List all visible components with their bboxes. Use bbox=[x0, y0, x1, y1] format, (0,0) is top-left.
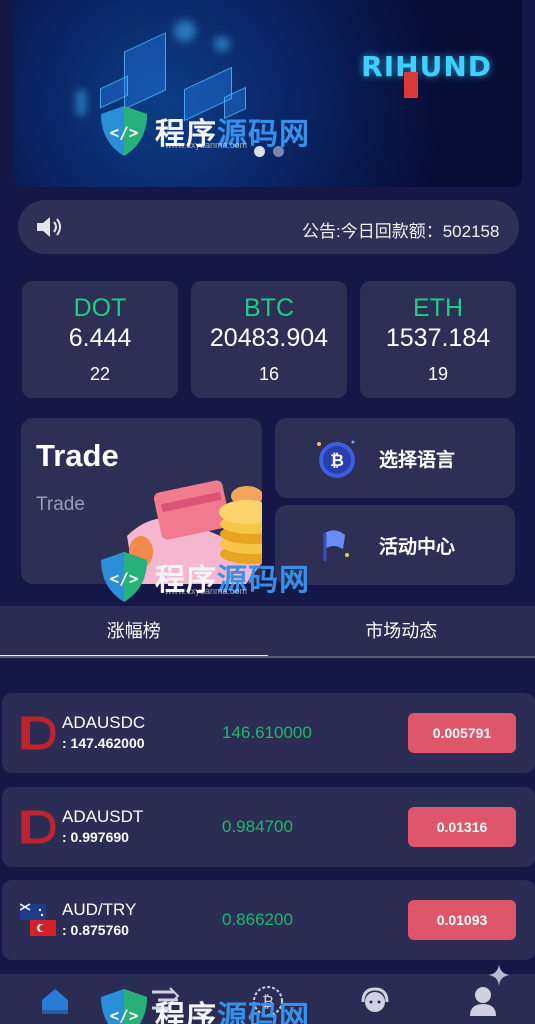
ticker-symbol: ETH bbox=[413, 294, 463, 322]
market-tabs: 涨幅榜 市场动态 bbox=[0, 606, 535, 658]
market-symbol: AUD/TRY bbox=[62, 900, 137, 919]
svg-text:₿: ₿ bbox=[330, 451, 344, 471]
market-symbol: ADAUSDT bbox=[62, 807, 144, 826]
support-headset-icon[interactable] bbox=[358, 984, 392, 1018]
home-icon[interactable] bbox=[38, 984, 72, 1018]
carousel-dot[interactable] bbox=[273, 146, 284, 157]
ticker-card-eth[interactable]: ETH 1537.184 19 bbox=[360, 281, 516, 398]
market-row[interactable]: ADAUSDC : 147.462000 146.610000 0.005791 bbox=[2, 693, 535, 773]
flag-icon bbox=[323, 530, 349, 561]
profile-icon[interactable] bbox=[468, 984, 502, 1018]
ticker-cards: DOT 6.444 22 BTC 20483.904 16 ETH 1537.1… bbox=[22, 281, 516, 398]
bottom-navigation: ₿ bbox=[0, 964, 535, 1024]
speaker-icon bbox=[37, 217, 61, 237]
tab-market-news[interactable]: 市场动态 bbox=[268, 606, 535, 656]
market-price: 146.610000 bbox=[222, 723, 312, 742]
market-volume: : 0.997690 bbox=[62, 829, 129, 845]
ticker-price: 6.444 bbox=[68, 324, 132, 352]
ticker-count: 22 bbox=[89, 364, 111, 384]
trade-card[interactable]: Trade Trade bbox=[21, 418, 262, 584]
brand-seal bbox=[404, 72, 418, 98]
cardano-d-icon bbox=[21, 716, 56, 750]
ticker-count: 16 bbox=[258, 364, 280, 384]
tab-gainers[interactable]: 涨幅榜 bbox=[0, 606, 268, 658]
market-volume: : 147.462000 bbox=[62, 735, 145, 751]
market-row[interactable]: ADAUSDT : 0.997690 0.984700 0.01316 bbox=[2, 787, 535, 867]
notice-text: 公告:今日回款额：502158 bbox=[302, 222, 500, 241]
tab-divider bbox=[0, 656, 535, 658]
activity-center-label: 活动中心 bbox=[379, 536, 456, 558]
svg-text:₿: ₿ bbox=[262, 992, 274, 1011]
person-illustration bbox=[76, 90, 86, 116]
select-language-button[interactable]: ₿ 选择语言 bbox=[275, 418, 515, 498]
notice-bar[interactable]: 公告:今日回款额：502158 bbox=[18, 200, 519, 254]
carousel-dot[interactable] bbox=[254, 146, 265, 157]
market-row[interactable]: AUD/TRY : 0.875760 0.866200 0.01093 bbox=[2, 880, 535, 960]
coins-card-illustration bbox=[127, 480, 262, 584]
ticker-symbol: DOT bbox=[73, 294, 127, 322]
change-badge[interactable]: 0.01316 bbox=[408, 807, 516, 847]
sparkle-icon bbox=[488, 964, 510, 986]
chart-icon[interactable] bbox=[148, 984, 182, 1018]
ticker-price: 1537.184 bbox=[385, 324, 491, 352]
watermark-url: www.cxyuanma.com bbox=[165, 586, 248, 596]
market-symbol: ADAUSDC bbox=[62, 713, 146, 732]
cloud-icon bbox=[174, 20, 196, 42]
carousel-dots bbox=[254, 146, 284, 157]
ticker-card-dot[interactable]: DOT 6.444 22 bbox=[22, 281, 178, 398]
activity-center-button[interactable]: 活动中心 bbox=[275, 505, 515, 585]
market-price: 0.866200 bbox=[222, 910, 293, 929]
ticker-price: 20483.904 bbox=[209, 324, 329, 352]
ticker-count: 19 bbox=[427, 364, 449, 384]
change-badge[interactable]: 0.01093 bbox=[408, 900, 516, 940]
bitcoin-coin-icon: ₿ bbox=[317, 440, 355, 478]
bitcoin-icon[interactable]: ₿ bbox=[251, 984, 285, 1018]
trade-title: Trade bbox=[36, 438, 119, 473]
select-language-label: 选择语言 bbox=[379, 449, 456, 471]
market-volume: : 0.875760 bbox=[62, 922, 129, 938]
ticker-card-btc[interactable]: BTC 20483.904 16 bbox=[191, 281, 347, 398]
server-illustration bbox=[124, 32, 166, 110]
flag-au-tr-icon bbox=[20, 903, 56, 936]
change-badge[interactable]: 0.005791 bbox=[408, 713, 516, 753]
market-price: 0.984700 bbox=[222, 817, 293, 836]
ticker-symbol: BTC bbox=[244, 294, 294, 322]
hero-banner[interactable]: RIHUND bbox=[14, 0, 522, 187]
brand-logo: RIHUND bbox=[361, 50, 492, 83]
trade-subtitle: Trade bbox=[36, 494, 85, 515]
cardano-d-icon bbox=[21, 810, 56, 844]
cloud-icon bbox=[214, 36, 230, 52]
